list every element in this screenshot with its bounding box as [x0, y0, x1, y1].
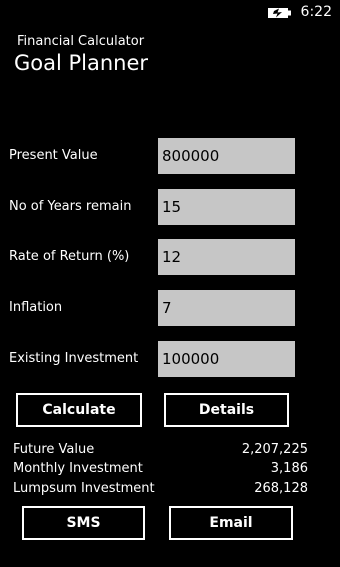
- future-value-amount: 2,207,225: [241, 442, 308, 457]
- present-value-row: Present Value: [0, 138, 340, 174]
- inflation-label: Inflation: [9, 300, 63, 315]
- clock: 6:22: [300, 4, 332, 20]
- status-bar: 6:22: [0, 0, 340, 24]
- years-remain-row: No of Years remain: [0, 189, 340, 225]
- rate-of-return-row: Rate of Return (%): [0, 239, 340, 275]
- inflation-row: Inflation: [0, 290, 340, 326]
- sms-button[interactable]: SMS: [22, 506, 145, 540]
- existing-investment-input[interactable]: [158, 341, 295, 377]
- page-title: Goal Planner: [14, 51, 149, 75]
- email-button[interactable]: Email: [169, 506, 293, 540]
- rate-of-return-label: Rate of Return (%): [9, 249, 130, 264]
- monthly-investment-amount: 3,186: [270, 461, 308, 476]
- app-title: Financial Calculator: [17, 34, 145, 49]
- battery-charging-icon: [267, 5, 293, 19]
- future-value-label: Future Value: [13, 442, 95, 457]
- rate-of-return-input[interactable]: [158, 239, 295, 275]
- present-value-input[interactable]: [158, 138, 295, 174]
- years-remain-label: No of Years remain: [9, 199, 132, 214]
- monthly-investment-label: Monthly Investment: [13, 461, 143, 476]
- monthly-investment-row: Monthly Investment 3,186: [0, 459, 340, 479]
- existing-investment-row: Existing Investment: [0, 341, 340, 377]
- existing-investment-label: Existing Investment: [9, 351, 139, 366]
- future-value-row: Future Value 2,207,225: [0, 440, 340, 460]
- inflation-input[interactable]: [158, 290, 295, 326]
- details-button[interactable]: Details: [164, 393, 289, 427]
- lumpsum-investment-row: Lumpsum Investment 268,128: [0, 479, 340, 499]
- years-remain-input[interactable]: [158, 189, 295, 225]
- present-value-label: Present Value: [9, 148, 98, 163]
- lumpsum-investment-label: Lumpsum Investment: [13, 481, 155, 496]
- lumpsum-investment-amount: 268,128: [254, 481, 308, 496]
- calculate-button[interactable]: Calculate: [16, 393, 142, 427]
